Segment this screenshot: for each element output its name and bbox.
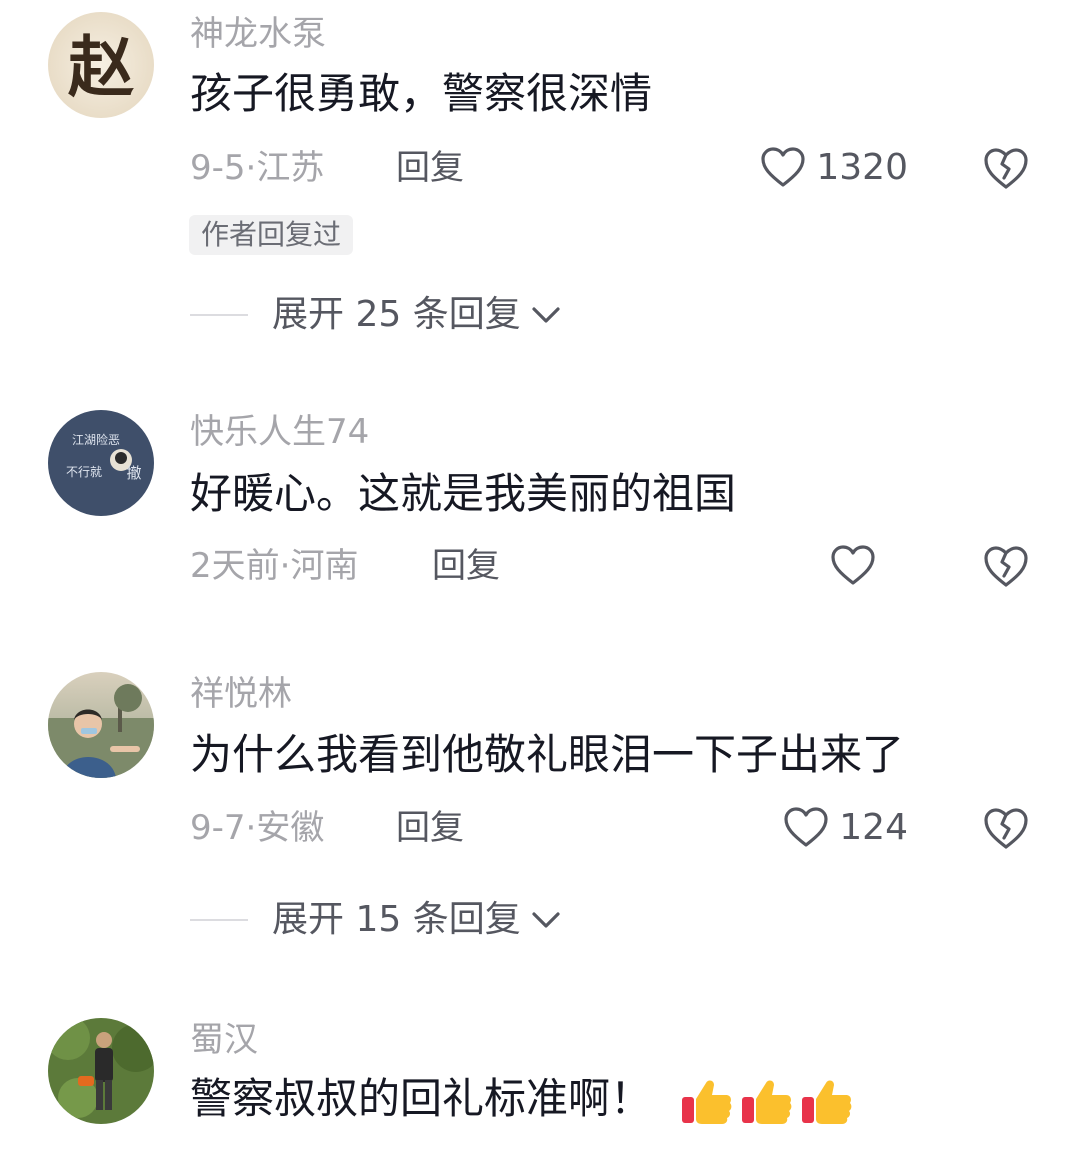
- expand-replies-label: 展开 15 条回复: [272, 899, 521, 940]
- heart-icon: [831, 545, 875, 585]
- divider: [190, 314, 248, 316]
- username[interactable]: 神龙水泵: [190, 14, 326, 54]
- broken-heart-icon[interactable]: [982, 805, 1030, 853]
- like-count: 124: [839, 807, 908, 848]
- reply-button[interactable]: 回复: [396, 146, 464, 190]
- broken-heart-icon[interactable]: [982, 543, 1030, 591]
- comment-meta: 9-7·安徽: [190, 808, 325, 848]
- chevron-down-icon: [532, 912, 560, 928]
- author-replied-badge: 作者回复过: [189, 215, 354, 255]
- avatar[interactable]: 江湖险恶 不行就 撤: [48, 410, 154, 516]
- comment-text: 警察叔叔的回礼标准啊！: [190, 1073, 854, 1129]
- svg-text:赵: 赵: [68, 28, 134, 106]
- comment-text-body: 警察叔叔的回礼标准啊！: [190, 1074, 653, 1123]
- like-button[interactable]: 1320: [760, 146, 908, 190]
- reply-button[interactable]: 回复: [396, 806, 464, 850]
- avatar[interactable]: [48, 672, 154, 778]
- thumbs-up-icon: [742, 1080, 792, 1124]
- username[interactable]: 祥悦林: [190, 674, 292, 714]
- expand-replies-button[interactable]: 展开 25 条回复: [190, 293, 561, 337]
- svg-text:江湖险恶: 江湖险恶: [72, 432, 120, 447]
- thumbs-up-icon: [802, 1080, 852, 1124]
- like-button[interactable]: [830, 544, 876, 588]
- expand-replies-label: 展开 25 条回复: [272, 294, 521, 335]
- divider: [190, 919, 248, 921]
- like-count: 1320: [816, 147, 908, 188]
- comment-text: 好暖心。这就是我美丽的祖国: [190, 469, 737, 518]
- broken-heart-icon[interactable]: [982, 145, 1030, 193]
- like-button[interactable]: 124: [783, 806, 908, 850]
- avatar[interactable]: 赵: [48, 12, 154, 118]
- heart-icon: [784, 807, 828, 847]
- expand-replies-button[interactable]: 展开 15 条回复: [190, 898, 561, 942]
- username[interactable]: 快乐人生74: [190, 412, 369, 452]
- emoji-group: [680, 1075, 854, 1129]
- worker-photo-avatar: [48, 1018, 154, 1124]
- comment-meta: 9-5·江苏: [190, 148, 325, 188]
- thumbs-up-icon: [682, 1080, 732, 1124]
- svg-text:不行就: 不行就: [66, 465, 102, 479]
- slogan-avatar: 江湖险恶 不行就 撤: [48, 410, 154, 516]
- reply-button[interactable]: 回复: [432, 544, 500, 588]
- comment-text: 孩子很勇敢，警察很深情: [190, 69, 653, 118]
- person-photo-avatar: [48, 672, 154, 778]
- chevron-down-icon: [532, 307, 560, 323]
- comment-text: 为什么我看到他敬礼眼泪一下子出来了: [190, 730, 905, 779]
- username[interactable]: 蜀汉: [190, 1020, 258, 1060]
- zhao-calligraphy-avatar: 赵: [48, 12, 154, 118]
- comment-meta: 2天前·河南: [190, 546, 359, 586]
- svg-text:撤: 撤: [126, 464, 141, 482]
- heart-icon: [761, 147, 805, 187]
- avatar[interactable]: [48, 1018, 154, 1124]
